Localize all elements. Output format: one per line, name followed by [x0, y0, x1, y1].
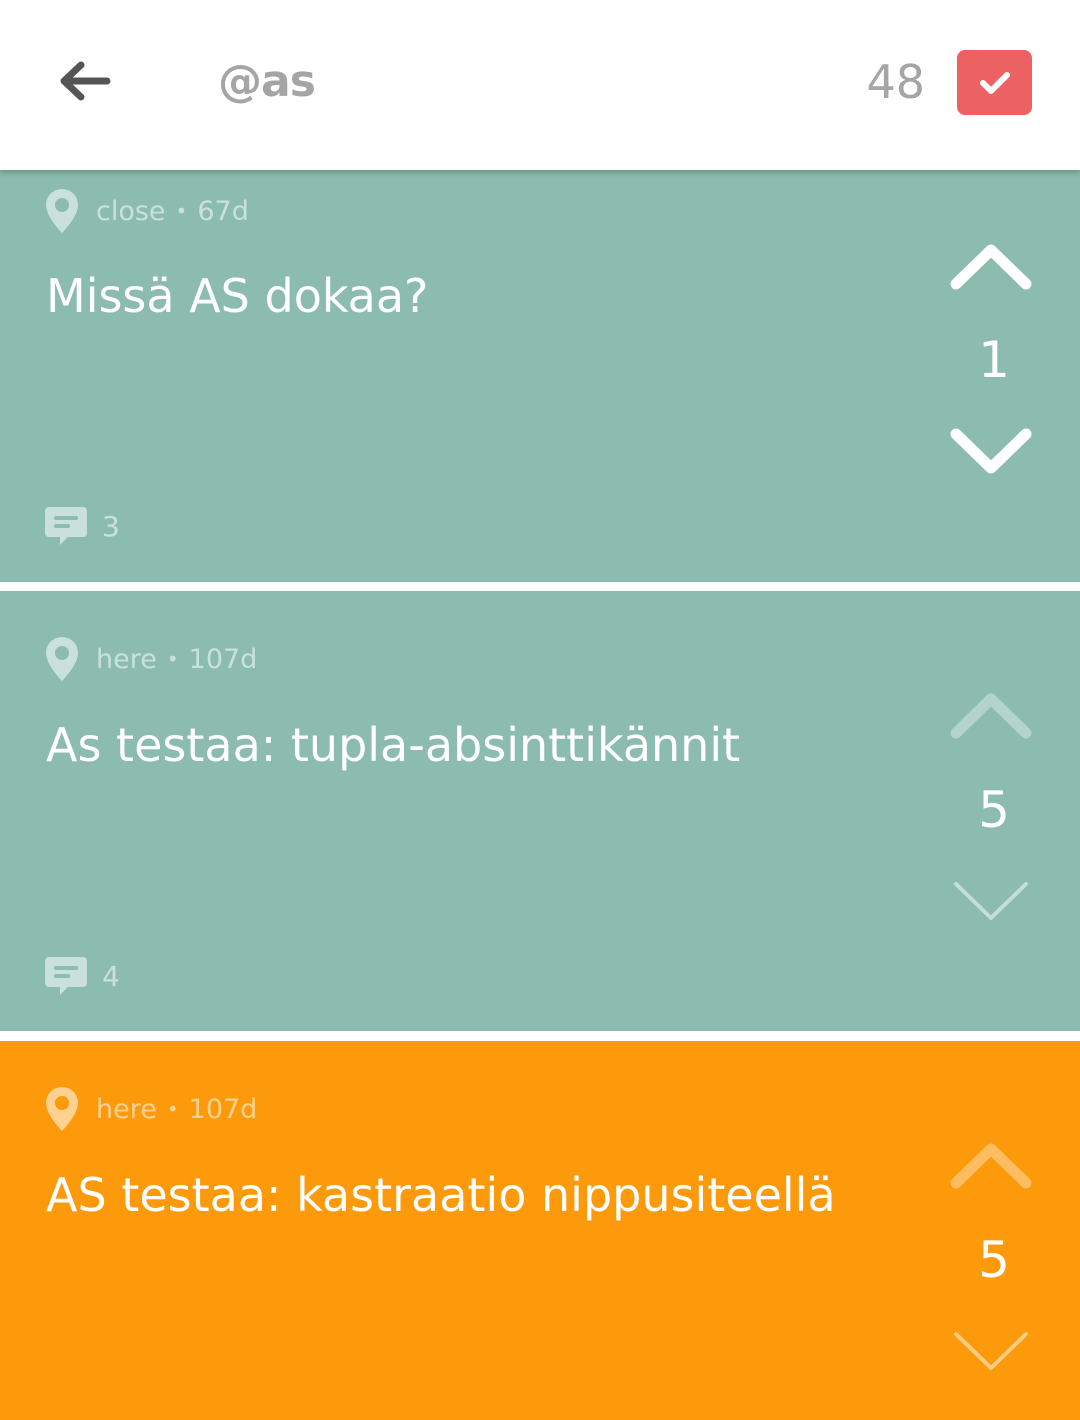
- post-text: AS testaa: kastraatio nippusiteellä: [46, 1168, 836, 1222]
- post-age: 107d: [188, 643, 258, 675]
- karma-count: 48: [866, 55, 925, 109]
- checkmark-icon: [979, 71, 1010, 94]
- upvote-button[interactable]: [948, 238, 1034, 294]
- post-age: 67d: [197, 195, 249, 227]
- meta-separator: •: [166, 1097, 179, 1121]
- location-pin-icon: [46, 637, 78, 681]
- post-location: here: [96, 643, 157, 675]
- upvote-button[interactable]: [948, 1137, 1034, 1193]
- post-card[interactable]: close • 67d Missä AS dokaa? 1 3: [0, 142, 1080, 582]
- chevron-down-icon: [954, 882, 1028, 920]
- upvote-button[interactable]: [948, 687, 1034, 743]
- chevron-down-icon: [954, 1332, 1028, 1370]
- meta-separator: •: [166, 647, 179, 671]
- chevron-up-icon: [950, 693, 1032, 739]
- post-text: Missä AS dokaa?: [46, 269, 429, 323]
- post-meta: here • 107d: [44, 1084, 257, 1134]
- vote-score: 5: [978, 1231, 1010, 1289]
- post-meta: close • 67d: [44, 186, 249, 236]
- vote-score: 1: [978, 331, 1010, 389]
- comment-bubble-icon: [45, 957, 87, 995]
- location-pin-icon: [46, 1087, 78, 1131]
- back-button[interactable]: [55, 55, 115, 107]
- meta-separator: •: [175, 199, 188, 223]
- comments-button[interactable]: 3: [44, 505, 120, 547]
- chevron-down-icon: [950, 428, 1032, 474]
- post-location: here: [96, 1093, 157, 1125]
- post-card[interactable]: here • 107d As testaa: tupla-absinttikän…: [0, 591, 1080, 1031]
- downvote-button[interactable]: [948, 874, 1034, 930]
- comment-count: 3: [102, 509, 120, 543]
- downvote-button[interactable]: [948, 424, 1034, 480]
- post-age: 107d: [188, 1093, 258, 1125]
- location-pin-icon: [46, 189, 78, 233]
- post-location: close: [96, 195, 166, 227]
- chevron-up-icon: [950, 1143, 1032, 1189]
- comments-button[interactable]: 4: [44, 955, 120, 997]
- post-meta: here • 107d: [44, 634, 257, 684]
- post-card[interactable]: here • 107d AS testaa: kastraatio nippus…: [0, 1041, 1080, 1420]
- top-bar: @as 48: [0, 0, 1080, 170]
- arrow-left-icon: [60, 61, 111, 101]
- chevron-up-icon: [950, 244, 1032, 290]
- user-handle: @as: [218, 56, 316, 107]
- comment-bubble-icon: [45, 507, 87, 545]
- vote-score: 5: [978, 781, 1010, 839]
- check-button[interactable]: [957, 50, 1032, 115]
- downvote-button[interactable]: [948, 1324, 1034, 1380]
- comment-count: 4: [102, 959, 120, 993]
- post-text: As testaa: tupla-absinttikännit: [46, 718, 741, 772]
